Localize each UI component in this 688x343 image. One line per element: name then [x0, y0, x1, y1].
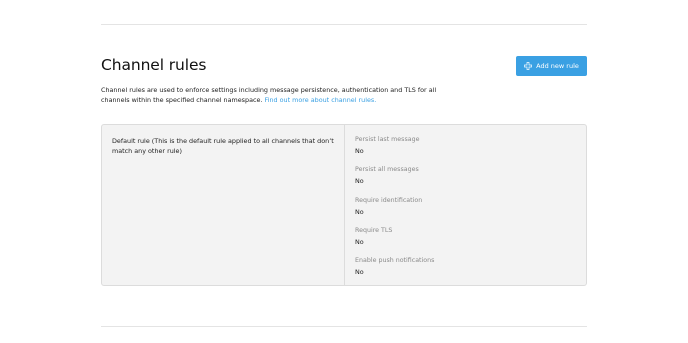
rule-name: Default rule (This is the default rule a… [112, 137, 334, 155]
setting-label: Enable push notifications [355, 257, 435, 265]
setting-label: Require identification [355, 196, 423, 204]
setting-enable-push-notifications: Enable push notifications No [355, 257, 434, 287]
setting-label: Require TLS [355, 226, 393, 234]
rule-settings: Persist last message No Persist all mess… [355, 136, 434, 287]
setting-persist-all-messages: Persist all messages No [355, 166, 434, 196]
setting-value: No [355, 177, 364, 186]
setting-label: Persist last message [355, 136, 420, 143]
panel-divider [344, 125, 345, 285]
top-divider [101, 24, 587, 25]
page-description: Channel rules are used to enforce settin… [101, 85, 441, 105]
add-new-rule-button[interactable]: Add new rule [516, 56, 587, 76]
setting-value: No [355, 237, 364, 246]
setting-value: No [355, 147, 364, 155]
rule-panel: Default rule (This is the default rule a… [101, 124, 587, 286]
setting-label: Persist all messages [355, 166, 419, 174]
setting-require-tls: Require TLS No [355, 227, 434, 257]
bottom-divider [101, 326, 587, 327]
setting-persist-last-message: Persist last message No [355, 136, 434, 166]
page-title: Channel rules [101, 56, 207, 74]
setting-require-identification: Require identification No [355, 197, 434, 227]
setting-value: No [355, 268, 364, 277]
setting-value: No [355, 207, 364, 216]
plus-icon [524, 62, 532, 70]
learn-more-link[interactable]: Find out more about channel rules. [265, 96, 377, 104]
add-new-rule-label: Add new rule [536, 62, 579, 70]
